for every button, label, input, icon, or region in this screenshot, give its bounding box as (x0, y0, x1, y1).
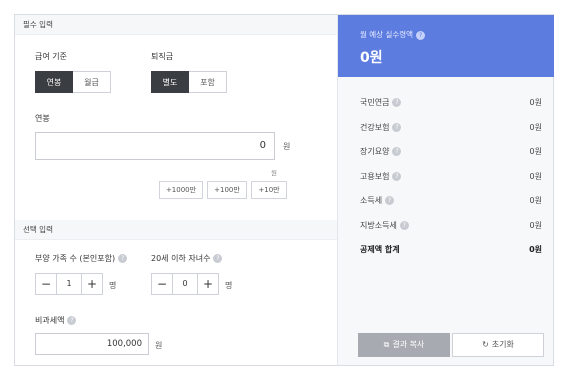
annual-salary-sub-unit: 원 (271, 169, 277, 177)
net-pay-title: 월 예상 실수령액? (360, 29, 426, 40)
children-plus-button[interactable]: + (197, 273, 219, 295)
required-section-title: 필수 입력 (15, 15, 337, 35)
add-1m-button[interactable]: +100만 (207, 181, 247, 199)
question-circle-icon[interactable]: ? (416, 30, 426, 40)
deduction-row: 장기요양? 0원 (360, 140, 542, 165)
children-minus-button[interactable]: − (151, 273, 173, 295)
add-10m-button[interactable]: +1000만 (159, 181, 203, 199)
deduction-label: 건강보험? (360, 122, 402, 133)
deduction-row: 지방소득세? 0원 (360, 214, 542, 239)
optional-section-title: 선택 입력 (15, 220, 337, 240)
add-100k-button[interactable]: +10만 (251, 181, 287, 199)
severance-separate-option[interactable]: 별도 (151, 71, 189, 93)
salary-basis-monthly-option[interactable]: 월급 (73, 71, 111, 93)
dependents-label-text: 부양 가족 수 (본인포함) (35, 254, 116, 263)
deduction-total-row: 공제액 합계 0원 (360, 238, 542, 263)
deduction-value: 0원 (529, 98, 542, 107)
question-circle-icon[interactable]: ? (392, 98, 402, 107)
input-panel: 필수 입력 급여 기준 연봉 월급 퇴직금 별도 포함 연봉 0 원 원 +10… (15, 15, 337, 365)
severance-label: 퇴직금 (151, 52, 174, 61)
children-value[interactable]: 0 (173, 273, 197, 295)
deduction-value: 0원 (529, 196, 542, 205)
deduction-value: 0원 (529, 220, 542, 230)
nontaxable-label-text: 비과세액 (35, 316, 65, 325)
dependents-value[interactable]: 1 (57, 273, 81, 295)
deduction-value: 0원 (529, 171, 542, 181)
nontaxable-unit: 원 (155, 341, 163, 350)
question-circle-icon[interactable]: ? (392, 171, 402, 181)
question-circle-icon[interactable]: ? (392, 122, 402, 132)
nontaxable-label: 비과세액? (35, 315, 77, 326)
reset-label: 초기화 (491, 340, 514, 349)
deduction-row: 소득세? 0원 (360, 189, 542, 214)
annual-salary-input[interactable]: 0 (35, 132, 275, 160)
question-circle-icon[interactable]: ? (385, 196, 395, 205)
children-stepper: − 0 + (151, 273, 219, 295)
dependents-plus-button[interactable]: + (81, 273, 103, 295)
net-pay-title-text: 월 예상 실수령액 (360, 30, 414, 39)
copy-result-button[interactable]: ⧉ 결과 복사 (358, 333, 450, 357)
salary-basis-label: 급여 기준 (35, 52, 67, 61)
deduction-value: 0원 (529, 122, 542, 132)
deduction-row: 국민연금? 0원 (360, 91, 542, 116)
deduction-total-value: 0원 (529, 245, 542, 254)
deduction-list: 국민연금? 0원 건강보험? 0원 장기요양? 0원 고용보험? 0원 소득세?… (360, 91, 542, 263)
reset-button[interactable]: ↻ 초기화 (452, 333, 544, 357)
annual-salary-label: 연봉 (35, 114, 50, 123)
question-circle-icon[interactable]: ? (399, 220, 409, 230)
deduction-row: 고용보험? 0원 (360, 165, 542, 190)
net-pay-amount: 0원 (360, 50, 383, 66)
severance-included-option[interactable]: 포함 (189, 71, 227, 93)
dependents-label: 부양 가족 수 (본인포함)? (35, 253, 128, 264)
children-label-text: 20세 이하 자녀수 (151, 254, 211, 263)
salary-basis-annual-option[interactable]: 연봉 (35, 71, 73, 93)
children-label: 20세 이하 자녀수? (151, 253, 223, 264)
severance-toggle: 별도 포함 (151, 71, 227, 93)
dependents-stepper: − 1 + (35, 273, 103, 295)
question-circle-icon[interactable]: ? (67, 316, 77, 325)
dependents-minus-button[interactable]: − (35, 273, 57, 295)
deduction-label: 국민연금? (360, 97, 402, 108)
net-pay-summary: 월 예상 실수령액? 0원 (338, 15, 554, 77)
deduction-value: 0원 (529, 147, 542, 156)
copy-icon: ⧉ (383, 340, 390, 349)
salary-basis-toggle: 연봉 월급 (35, 71, 111, 93)
question-circle-icon[interactable]: ? (118, 254, 128, 263)
deduction-label: 장기요양? (360, 146, 402, 157)
deduction-label: 고용보험? (360, 171, 402, 182)
copy-result-label: 결과 복사 (392, 340, 425, 349)
deduction-label: 소득세? (360, 195, 395, 206)
question-circle-icon[interactable]: ? (392, 147, 402, 156)
annual-salary-unit: 원 (283, 142, 291, 151)
children-unit: 명 (225, 281, 233, 290)
deduction-total-label: 공제액 합계 (360, 245, 400, 254)
refresh-icon: ↻ (482, 340, 489, 349)
deduction-row: 건강보험? 0원 (360, 116, 542, 141)
result-panel: 월 예상 실수령액? 0원 국민연금? 0원 건강보험? 0원 장기요양? 0원… (337, 15, 554, 365)
deduction-label: 지방소득세? (360, 220, 409, 231)
salary-calculator: 필수 입력 급여 기준 연봉 월급 퇴직금 별도 포함 연봉 0 원 원 +10… (14, 14, 554, 366)
question-circle-icon[interactable]: ? (213, 254, 223, 263)
dependents-unit: 명 (109, 281, 117, 290)
required-section: 필수 입력 급여 기준 연봉 월급 퇴직금 별도 포함 연봉 0 원 원 +10… (15, 15, 337, 220)
nontaxable-input[interactable]: 100,000 (35, 333, 149, 355)
